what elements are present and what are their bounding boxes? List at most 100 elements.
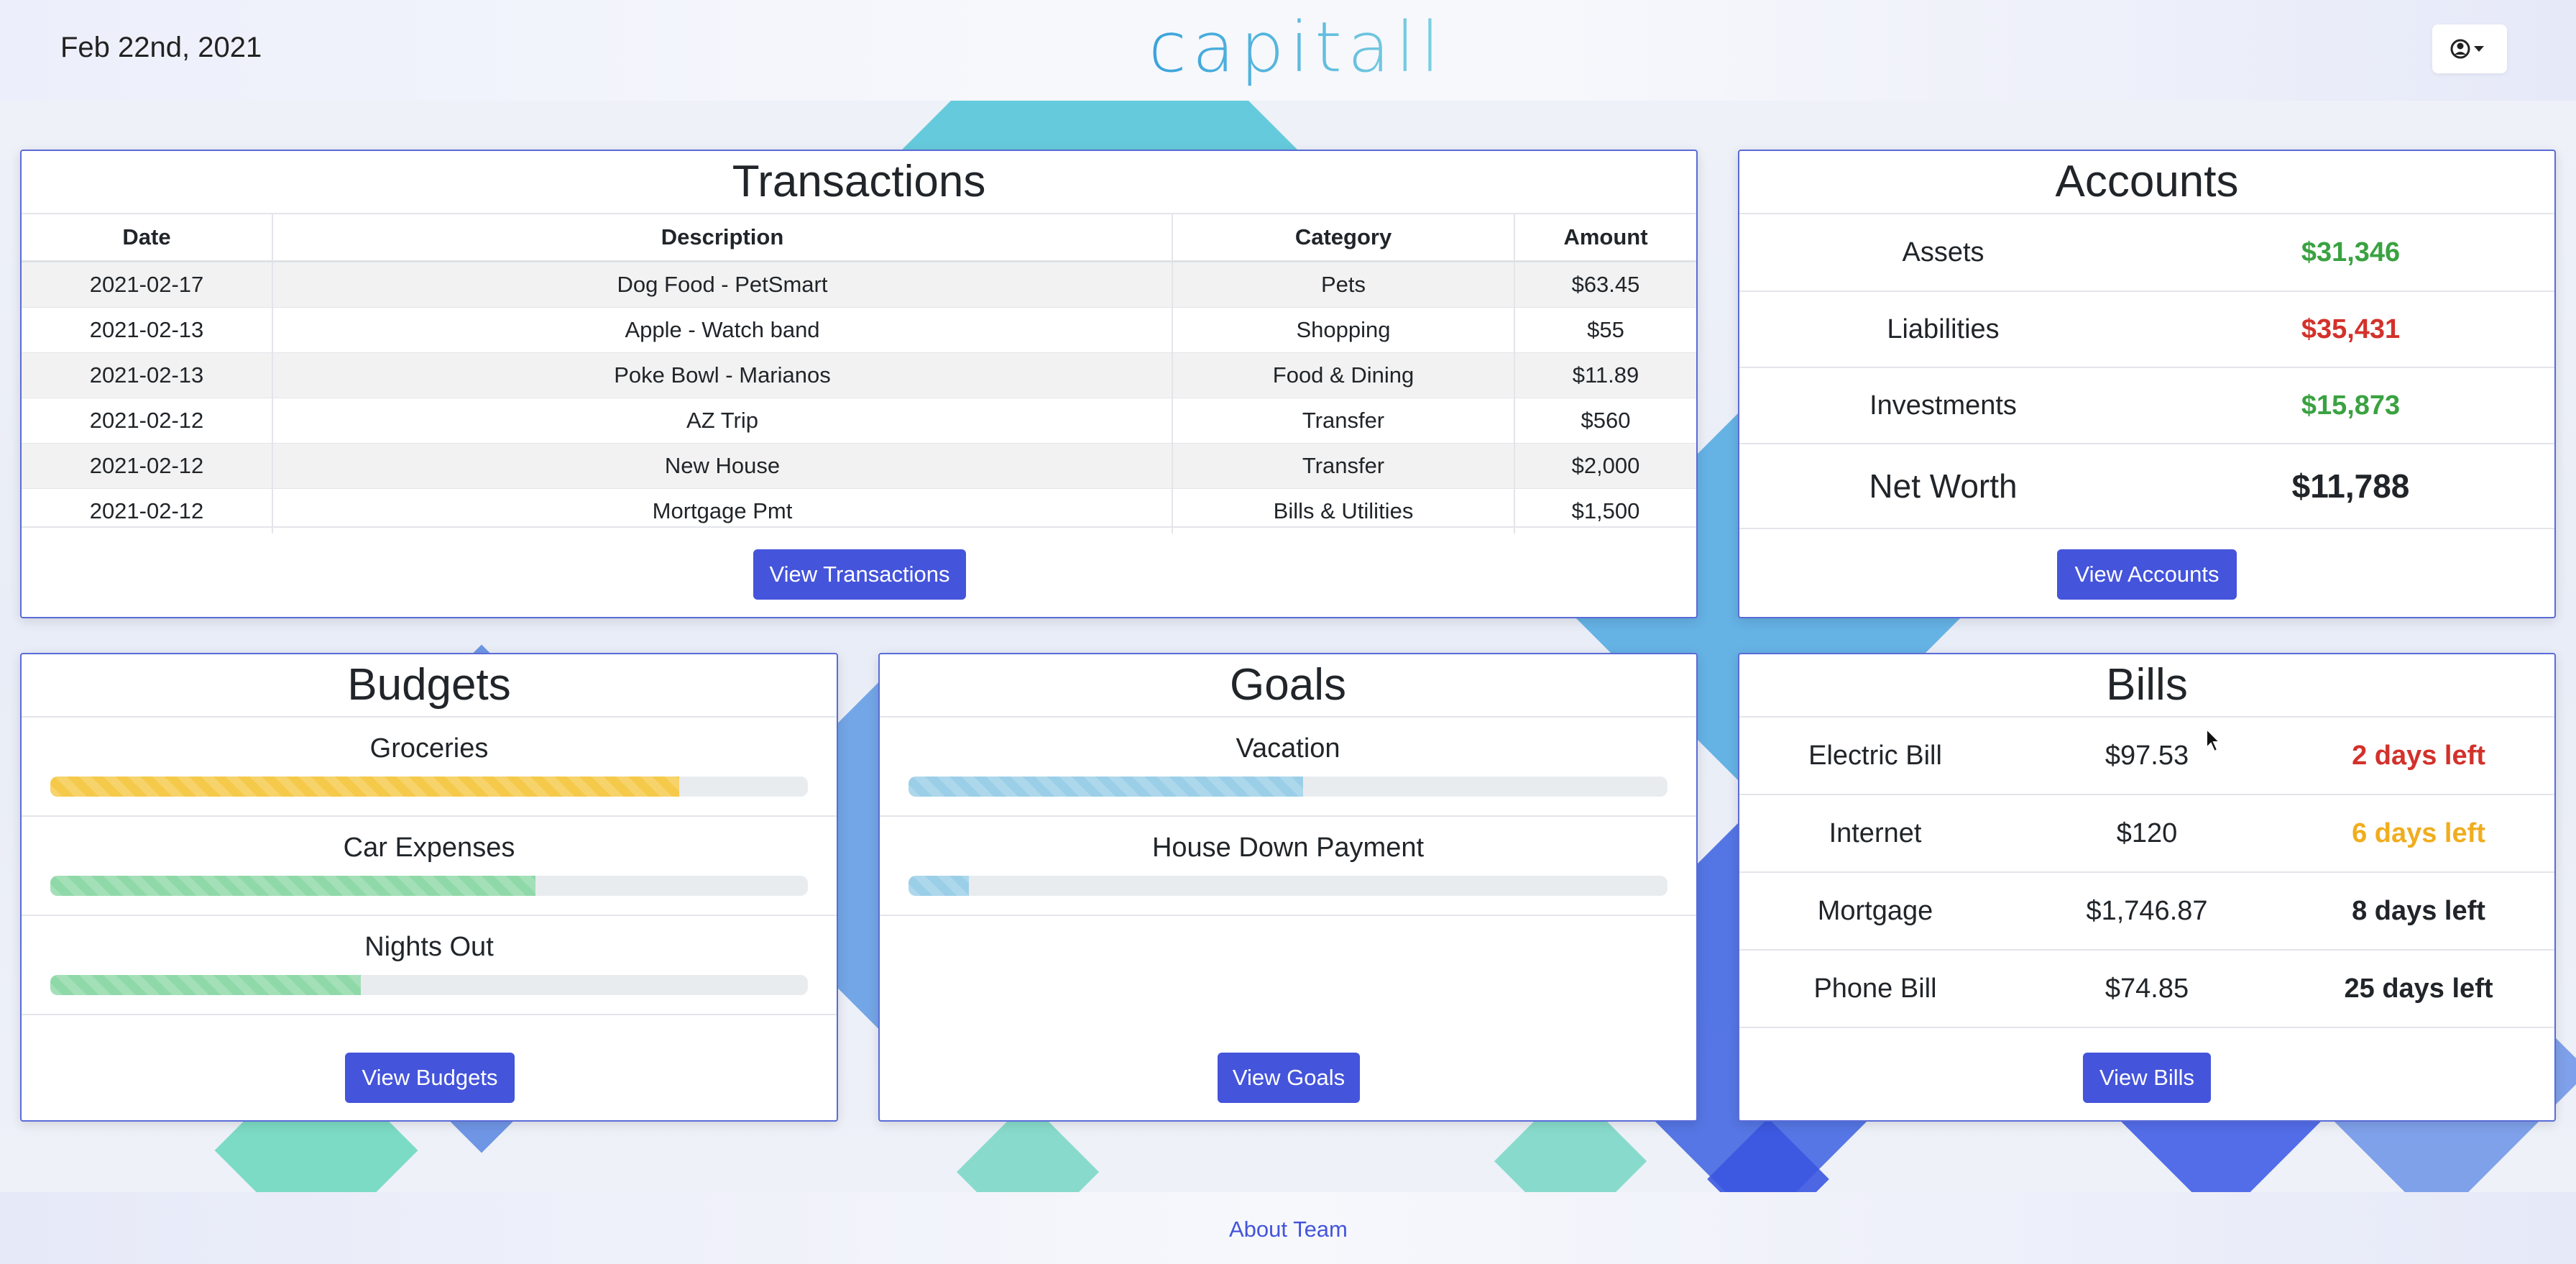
bill-amount: $74.85: [2104, 973, 2189, 1004]
column-header-amount[interactable]: Amount: [1514, 214, 1696, 262]
budget-progress-bar: [50, 975, 808, 995]
table-row[interactable]: 2021-02-13 Poke Bowl - Marianos Food & D…: [22, 352, 1696, 398]
bill-row-internet[interactable]: Internet $120 6 days left: [1739, 795, 2554, 873]
budget-progress-fill: [50, 876, 535, 896]
bill-name: Phone Bill: [1813, 973, 1937, 1004]
table-row[interactable]: 2021-02-12 New House Transfer $2,000: [22, 443, 1696, 489]
account-value: $31,346: [2301, 237, 2401, 267]
cell-date: 2021-02-17: [22, 261, 272, 308]
bill-name: Mortgage: [1817, 895, 1933, 926]
account-label: Investments: [1869, 390, 2017, 421]
goal-item-vacation[interactable]: Vacation: [880, 718, 1696, 817]
goal-label: House Down Payment: [1151, 833, 1425, 863]
budget-label: Nights Out: [364, 932, 494, 962]
budget-item-nights-out[interactable]: Nights Out: [22, 916, 837, 1015]
account-row-assets[interactable]: Assets $31,346: [1739, 214, 2554, 292]
goal-progress-fill: [908, 876, 970, 896]
transactions-title: Transactions: [22, 151, 1696, 214]
budget-label: Groceries: [369, 733, 489, 764]
view-accounts-button[interactable]: View Accounts: [2057, 549, 2237, 600]
bill-row-phone[interactable]: Phone Bill $74.85 25 days left: [1739, 951, 2554, 1028]
bill-name: Internet: [1828, 818, 1922, 848]
account-label: Assets: [1902, 237, 1984, 267]
bill-amount: $97.53: [2104, 740, 2189, 771]
transactions-card: Transactions Date Description Category A…: [20, 150, 1698, 618]
budgets-title: Budgets: [22, 654, 837, 718]
transactions-table: Date Description Category Amount 2021-02…: [22, 214, 1696, 533]
cell-description: Apple - Watch band: [272, 307, 1172, 353]
budget-progress-fill: [50, 975, 362, 995]
view-transactions-button[interactable]: View Transactions: [753, 549, 966, 600]
budget-label: Car Expenses: [343, 833, 515, 863]
cell-category: Pets: [1172, 261, 1514, 308]
about-team-link[interactable]: About Team: [1229, 1217, 1348, 1242]
cell-amount: $560: [1514, 398, 1696, 444]
bill-due: 2 days left: [2352, 740, 2485, 771]
budget-item-car-expenses[interactable]: Car Expenses: [22, 817, 837, 916]
table-row[interactable]: 2021-02-17 Dog Food - PetSmart Pets $63.…: [22, 261, 1696, 308]
cell-description: New House: [272, 443, 1172, 489]
goal-progress-bar: [908, 777, 1668, 797]
goal-item-house-down-payment[interactable]: House Down Payment: [880, 817, 1696, 916]
bill-due: 8 days left: [2352, 895, 2485, 926]
cell-description: Dog Food - PetSmart: [272, 261, 1172, 308]
user-menu-button[interactable]: [2432, 24, 2507, 73]
bill-row-mortgage[interactable]: Mortgage $1,746.87 8 days left: [1739, 873, 2554, 951]
goals-card: Goals Vacation House Down Payment View G…: [878, 653, 1698, 1122]
bill-row-electric[interactable]: Electric Bill $97.53 2 days left: [1739, 718, 2554, 795]
account-label: Net Worth: [1869, 467, 2018, 505]
bill-due: 6 days left: [2352, 818, 2485, 848]
accounts-card: Accounts Assets $31,346 Liabilities $35,…: [1738, 150, 2556, 618]
cell-amount: $55: [1514, 307, 1696, 353]
budget-progress-fill: [50, 777, 679, 797]
account-value: $11,788: [2291, 467, 2410, 505]
divider: [22, 526, 1696, 528]
current-date: Feb 22nd, 2021: [60, 32, 262, 63]
cell-category: Transfer: [1172, 398, 1514, 444]
cell-amount: $63.45: [1514, 261, 1696, 308]
view-budgets-button[interactable]: View Budgets: [345, 1053, 515, 1103]
bill-amount: $1,746.87: [2086, 895, 2208, 926]
goal-progress-bar: [908, 876, 1668, 896]
column-header-description[interactable]: Description: [272, 214, 1172, 262]
budget-item-groceries[interactable]: Groceries: [22, 718, 837, 817]
top-navbar: Feb 22nd, 2021 capitall: [0, 0, 2576, 101]
budget-progress-bar: [50, 777, 808, 797]
account-row-investments[interactable]: Investments $15,873: [1739, 368, 2554, 444]
table-row[interactable]: 2021-02-12 AZ Trip Transfer $560: [22, 398, 1696, 444]
budget-progress-bar: [50, 876, 808, 896]
bill-name: Electric Bill: [1808, 740, 1942, 771]
cell-date: 2021-02-13: [22, 352, 272, 398]
user-circle-icon: [2450, 39, 2484, 59]
accounts-title: Accounts: [1739, 151, 2554, 214]
account-label: Liabilities: [1887, 313, 2000, 344]
cell-date: 2021-02-12: [22, 443, 272, 489]
cell-category: Shopping: [1172, 307, 1514, 353]
column-header-category[interactable]: Category: [1172, 214, 1514, 262]
bills-title: Bills: [1739, 654, 2554, 718]
cell-amount: $11.89: [1514, 352, 1696, 398]
budgets-card: Budgets Groceries Car Expenses Nights Ou…: [20, 653, 838, 1122]
cell-category: Transfer: [1172, 443, 1514, 489]
column-header-date[interactable]: Date: [22, 214, 272, 262]
cell-description: Poke Bowl - Marianos: [272, 352, 1172, 398]
goal-progress-fill: [908, 777, 1304, 797]
account-row-liabilities[interactable]: Liabilities $35,431: [1739, 292, 2554, 368]
cell-date: 2021-02-12: [22, 398, 272, 444]
cell-category: Food & Dining: [1172, 352, 1514, 398]
chevron-down-icon: [2474, 46, 2484, 52]
footer: About Team: [0, 1192, 2576, 1264]
account-value: $15,873: [2301, 390, 2401, 421]
table-row[interactable]: 2021-02-13 Apple - Watch band Shopping $…: [22, 307, 1696, 353]
cell-amount: $2,000: [1514, 443, 1696, 489]
app-logo[interactable]: capitall: [1149, 7, 1445, 88]
view-bills-button[interactable]: View Bills: [2083, 1053, 2211, 1103]
view-goals-button[interactable]: View Goals: [1218, 1053, 1360, 1103]
account-value: $35,431: [2301, 313, 2401, 344]
cell-date: 2021-02-13: [22, 307, 272, 353]
bill-amount: $120: [2116, 818, 2178, 848]
bills-card: Bills Electric Bill $97.53 2 days left I…: [1738, 653, 2556, 1122]
account-row-net-worth[interactable]: Net Worth $11,788: [1739, 444, 2554, 529]
bill-due: 25 days left: [2344, 973, 2493, 1004]
goal-label: Vacation: [1236, 733, 1340, 764]
